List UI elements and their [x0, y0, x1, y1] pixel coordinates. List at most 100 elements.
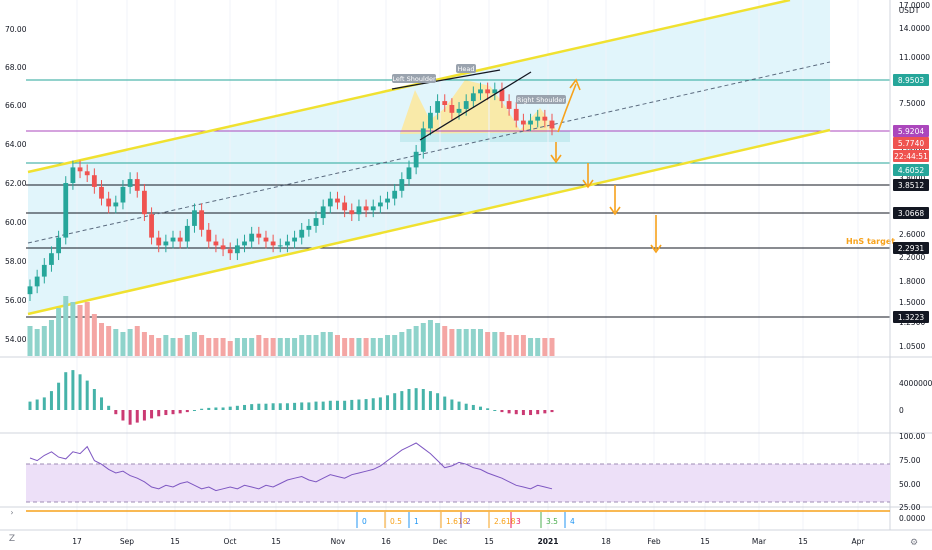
volume-bar: [549, 338, 555, 356]
volume-bar: [141, 332, 147, 356]
label-hns-target: HnS target: [846, 237, 895, 246]
rsi-tick-0: 100.00: [899, 432, 925, 441]
svg-text:5.7740: 5.7740: [898, 139, 924, 148]
price-badge-8.9503: 8.9503: [893, 74, 929, 86]
volume-bar: [163, 335, 169, 356]
left-price-axis[interactable]: 70.00 68.00 66.00 64.00 62.00 60.00 58.00 56.00…: [5, 25, 27, 344]
settings-gear-icon[interactable]: ⚙: [910, 538, 918, 548]
macd-bar: [321, 401, 325, 410]
svg-text:0.5: 0.5: [390, 517, 402, 526]
volume-bar: [277, 338, 283, 356]
rsi-band: [26, 464, 890, 502]
time-axis[interactable]: 17 Sep 15 Oct 15 Nov 16 Dec 15 2021 18 Feb 15 Mar 15 Ap…: [72, 537, 865, 546]
volume-bar: [313, 335, 319, 356]
volume-bar: [542, 338, 548, 356]
svg-text:1.3223: 1.3223: [898, 313, 924, 322]
volume-bar: [520, 335, 526, 356]
macd-bar: [428, 391, 432, 410]
macd-bar: [257, 403, 261, 410]
volume-bar: [477, 329, 483, 356]
macd-histogram: [28, 370, 554, 425]
macd-bar: [207, 407, 211, 410]
svg-text:1.618: 1.618: [446, 517, 468, 526]
macd-bar: [293, 402, 297, 410]
macd-bar: [49, 391, 53, 410]
macd-bar: [393, 393, 397, 410]
fib-tick-0: 0.0000: [899, 514, 925, 523]
volume-bar: [99, 323, 105, 356]
macd-bar: [493, 410, 497, 411]
macd-bar: [285, 403, 289, 410]
volume-bar: [442, 326, 448, 356]
macd-bar: [107, 405, 111, 410]
trading-chart[interactable]: Left Shoulder Head Right Shoulder HnS ta…: [0, 0, 932, 550]
macd-bar: [264, 403, 268, 410]
macd-bar: [407, 389, 411, 410]
macd-bar: [150, 410, 154, 419]
volume-bar: [213, 338, 219, 356]
x-tick-1: Sep: [120, 537, 134, 546]
z-button[interactable]: Z: [9, 534, 15, 544]
svg-text:Right Shoulder: Right Shoulder: [517, 96, 565, 104]
label-left-shoulder[interactable]: Left Shoulder: [392, 74, 436, 83]
volume-bar: [377, 338, 383, 356]
volume-bar: [349, 338, 355, 356]
volume-bar: [227, 341, 233, 356]
macd-bar: [178, 410, 182, 414]
volume-bar: [342, 338, 348, 356]
svg-text:0: 0: [362, 517, 367, 526]
macd-bar: [536, 410, 540, 415]
macd-bar: [278, 403, 282, 410]
right-tick-1: 14.0000: [899, 24, 930, 33]
volume-bar: [106, 326, 112, 356]
macd-bar: [157, 410, 161, 417]
volume-bar: [41, 326, 47, 356]
macd-bar: [85, 380, 89, 410]
volume-bar: [470, 329, 476, 356]
macd-bar: [71, 370, 75, 410]
macd-bar: [464, 403, 468, 410]
label-right-shoulder[interactable]: Right Shoulder: [516, 95, 566, 104]
right-tick-14: 1.0500: [899, 342, 925, 351]
fib-labels: 0 0.5 1 1.6182 2.618 3 3.5 4: [356, 512, 575, 528]
svg-text:3: 3: [516, 517, 521, 526]
macd-bar: [328, 400, 332, 410]
volume-bar: [320, 332, 326, 356]
right-tick-11: 1.8000: [899, 277, 925, 286]
svg-text:8.9503: 8.9503: [898, 76, 924, 85]
macd-bar: [450, 399, 454, 410]
price-badge-2.2931: 2.2931: [893, 242, 929, 254]
svg-text:3.5: 3.5: [546, 517, 558, 526]
macd-bar: [142, 410, 146, 421]
x-tick-4: 15: [271, 537, 281, 546]
volume-bar: [134, 326, 140, 356]
right-tick-12: 1.5000: [899, 298, 925, 307]
macd-bar: [371, 398, 375, 410]
fib-label-2: 1: [408, 512, 419, 528]
price-badge-3.8512: 3.8512: [893, 179, 929, 191]
macd-bar: [335, 400, 339, 410]
macd-bar: [364, 399, 368, 410]
currency-label: USDT: [899, 6, 920, 15]
x-tick-5: Nov: [331, 537, 346, 546]
macd-bar: [414, 388, 418, 410]
macd-bar: [135, 410, 139, 423]
macd-bar: [350, 399, 354, 410]
macd-bar: [421, 389, 425, 410]
fib-label-1: 0.5: [384, 512, 402, 528]
volume-bar: [334, 335, 340, 356]
x-axis-collapse-icon[interactable]: ›: [10, 508, 13, 517]
label-head[interactable]: Head: [456, 64, 476, 73]
volume-bar: [234, 338, 240, 356]
price-badge-1.3223: 1.3223: [893, 311, 929, 323]
volume-bar: [220, 338, 226, 356]
macd-bar: [164, 410, 168, 416]
chart-canvas[interactable]: Left Shoulder Head Right Shoulder HnS ta…: [0, 0, 932, 550]
volume-bar: [492, 332, 498, 356]
rsi-tick-2: 50.00: [899, 480, 921, 489]
volume-bar: [191, 332, 197, 356]
left-tick-3: 64.00: [5, 140, 27, 149]
volume-bars: [27, 296, 555, 356]
fib-label-3: 1.618: [440, 512, 468, 528]
volume-bar: [449, 329, 455, 356]
